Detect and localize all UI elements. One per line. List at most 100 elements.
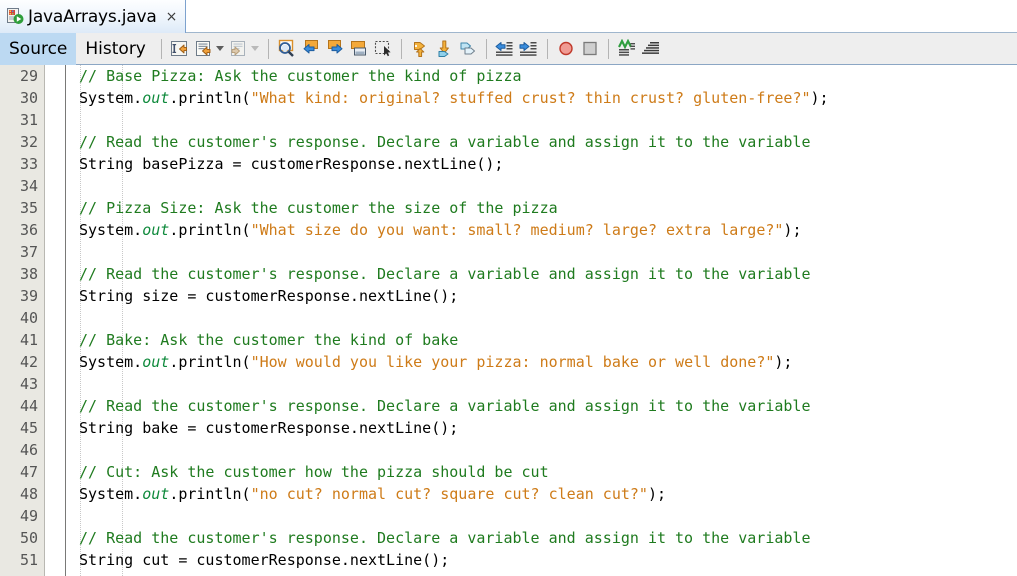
find-selection-icon[interactable] — [276, 38, 298, 60]
toolbar-group-history — [168, 38, 262, 60]
code-line[interactable]: 47 // Cut: Ask the customer how the pizza… — [0, 461, 1017, 483]
line-number: 33 — [19, 155, 38, 173]
line-number: 45 — [19, 419, 38, 437]
back-history-dropdown-icon[interactable] — [216, 38, 225, 60]
toggle-bookmark-icon[interactable] — [348, 38, 370, 60]
code-token-pln: String size = customerResponse.nextLine(… — [79, 287, 459, 305]
last-edit-icon[interactable] — [169, 38, 191, 60]
line-number: 35 — [19, 199, 38, 217]
code-token-str: "no cut? normal cut? square cut? clean c… — [250, 485, 648, 503]
code-token-pln: .println( — [169, 89, 251, 107]
toolbar-group-errors — [408, 38, 480, 60]
line-number: 46 — [19, 441, 38, 459]
back-history-icon[interactable] — [193, 38, 215, 60]
code-token-pln: String basePizza = customerResponse.next… — [79, 155, 504, 173]
toolbar-separator — [267, 38, 269, 59]
tab-history-label: History — [85, 38, 146, 59]
code-token-fld: out — [142, 485, 170, 503]
line-number: 43 — [19, 375, 38, 393]
code-text: // Bake: Ask the customer the kind of ba… — [79, 329, 458, 351]
code-text: // Read the customer's response. Declare… — [79, 395, 811, 417]
code-line[interactable]: 41 // Bake: Ask the customer the kind of … — [0, 329, 1017, 351]
code-line[interactable]: 38 // Read the customer's response. Decla… — [0, 263, 1017, 285]
code-line[interactable]: 39 String size = customerResponse.nextLin… — [0, 285, 1017, 307]
code-line[interactable]: 33 String basePizza = customerResponse.ne… — [0, 153, 1017, 175]
code-line[interactable]: 35 // Pizza Size: Ask the customer the si… — [0, 197, 1017, 219]
code-lines-container[interactable]: 29 // Base Pizza: Ask the customer the ki… — [0, 65, 1017, 576]
code-text: System.out.println("What kind: original?… — [79, 87, 829, 109]
code-token-pln: .println( — [169, 485, 251, 503]
toggle-breakpoint-icon[interactable] — [555, 38, 577, 60]
toolbar-separator — [160, 38, 162, 59]
toolbar-separator — [485, 38, 487, 59]
toolbar-separator — [607, 38, 609, 59]
code-token-fld: out — [142, 89, 170, 107]
code-line[interactable]: 49 — [0, 505, 1017, 527]
line-number: 38 — [19, 265, 38, 283]
shift-left-icon[interactable] — [494, 38, 516, 60]
next-bookmark-icon[interactable] — [324, 38, 346, 60]
code-token-cmt: // Read the customer's response. Declare… — [79, 265, 811, 283]
line-number: 32 — [19, 133, 38, 151]
shift-right-icon[interactable] — [518, 38, 540, 60]
toolbar-group-find — [275, 38, 395, 60]
code-text: // Base Pizza: Ask the customer the kind… — [79, 65, 522, 87]
code-line[interactable]: 48 System.out.println("no cut? normal cut… — [0, 483, 1017, 505]
line-number: 41 — [19, 331, 38, 349]
line-number: 36 — [19, 221, 38, 239]
code-line[interactable]: 43 — [0, 373, 1017, 395]
code-line[interactable]: 34 — [0, 175, 1017, 197]
tab-history[interactable]: History — [76, 33, 154, 65]
code-line[interactable]: 45 String bake = customerResponse.nextLin… — [0, 417, 1017, 439]
line-number: 37 — [19, 243, 38, 261]
line-number: 39 — [19, 287, 38, 305]
code-token-pln: .println( — [169, 353, 251, 371]
toggle-rectangular-icon[interactable] — [616, 38, 638, 60]
code-text: System.out.println("no cut? normal cut? … — [79, 483, 666, 505]
format-icon[interactable] — [640, 38, 662, 60]
tab-source-label: Source — [9, 38, 68, 59]
code-line[interactable]: 37 — [0, 241, 1017, 263]
line-number: 40 — [19, 309, 38, 327]
code-editor[interactable]: 29 // Base Pizza: Ask the customer the ki… — [0, 65, 1017, 576]
line-number: 29 — [19, 67, 38, 85]
previous-bookmark-icon[interactable] — [300, 38, 322, 60]
code-token-cmt: // Read the customer's response. Declare… — [79, 529, 811, 547]
code-line[interactable]: 50 // Read the customer's response. Decla… — [0, 527, 1017, 549]
forward-history-icon[interactable] — [228, 38, 250, 60]
code-text: System.out.println("What size do you wan… — [79, 219, 801, 241]
code-line[interactable]: 32 // Read the customer's response. Decla… — [0, 131, 1017, 153]
next-error-icon[interactable] — [433, 38, 455, 60]
close-icon[interactable]: × — [166, 10, 178, 24]
code-token-pln: ); — [647, 485, 667, 503]
code-line[interactable]: 40 — [0, 307, 1017, 329]
line-number: 51 — [19, 551, 38, 569]
tab-source[interactable]: Source — [0, 32, 77, 65]
code-line[interactable]: 42 System.out.println("How would you like… — [0, 351, 1017, 373]
code-token-pln: System. — [79, 89, 143, 107]
code-token-cmt: // Bake: Ask the customer the kind of ba… — [79, 331, 459, 349]
code-line[interactable]: 44 // Read the customer's response. Decla… — [0, 395, 1017, 417]
rectangular-selection-icon[interactable] — [372, 38, 394, 60]
code-line[interactable]: 46 — [0, 439, 1017, 461]
code-token-pln: System. — [79, 353, 143, 371]
forward-history-dropdown-icon[interactable] — [251, 38, 260, 60]
code-text: // Read the customer's response. Declare… — [79, 131, 811, 153]
previous-error-icon[interactable] — [409, 38, 431, 60]
file-tab-javaarrays[interactable]: JavaArrays.java × — [0, 0, 187, 33]
code-line[interactable]: 51 String cut = customerResponse.nextLine… — [0, 549, 1017, 571]
code-line[interactable]: 31 — [0, 109, 1017, 131]
toggle-highlight-icon[interactable] — [457, 38, 479, 60]
code-line[interactable]: 36 System.out.println("What size do you w… — [0, 219, 1017, 241]
code-text: String basePizza = customerResponse.next… — [79, 153, 503, 175]
code-line[interactable]: 30 System.out.println("What kind: origina… — [0, 87, 1017, 109]
code-line[interactable]: 29 // Base Pizza: Ask the customer the ki… — [0, 65, 1017, 87]
code-token-cmt: // Base Pizza: Ask the customer the kind… — [79, 67, 522, 85]
toolbar-group-format — [615, 38, 663, 60]
java-file-icon — [5, 7, 24, 26]
code-token-pln: System. — [79, 485, 143, 503]
line-number: 50 — [19, 529, 38, 547]
toolbar-separator — [400, 38, 402, 59]
stop-icon[interactable] — [579, 38, 601, 60]
code-token-pln: ); — [783, 221, 802, 239]
